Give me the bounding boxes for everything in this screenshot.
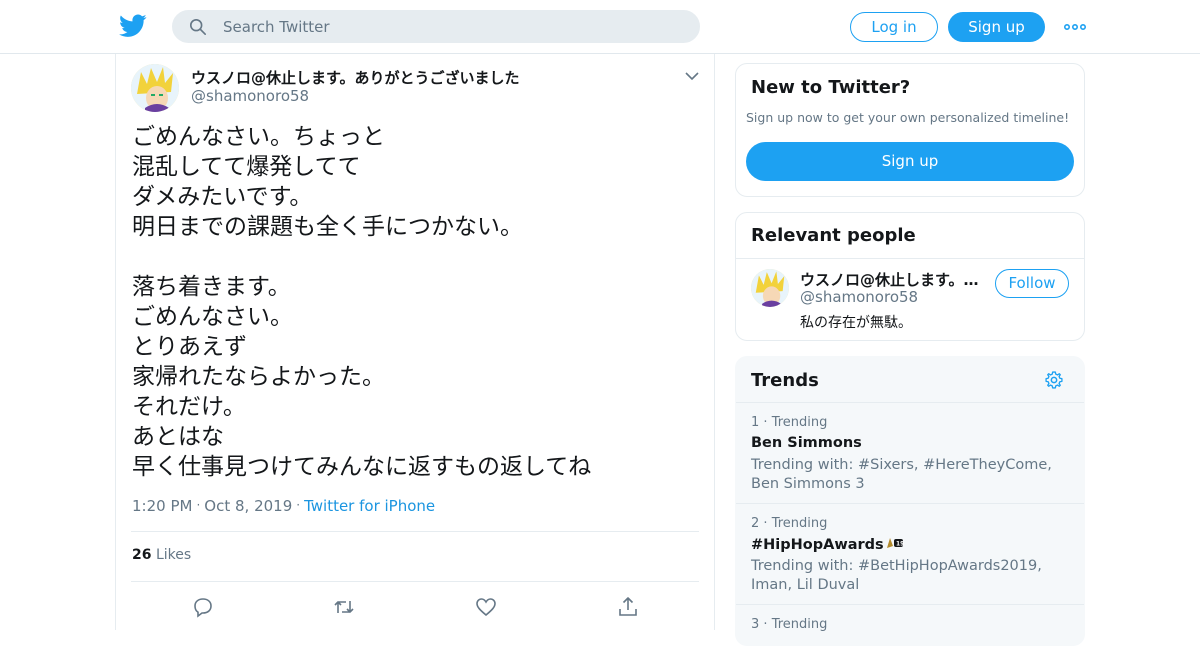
chevron-down-icon[interactable] xyxy=(684,70,700,82)
card-title: Trends xyxy=(751,370,819,391)
top-header: Log in Sign up xyxy=(0,0,1200,54)
login-button[interactable]: Log in xyxy=(850,12,938,42)
gear-icon[interactable] xyxy=(1044,370,1064,390)
separator-dot: · xyxy=(196,498,201,512)
tweet-source-link[interactable]: Twitter for iPhone xyxy=(304,497,435,515)
like-icon[interactable] xyxy=(474,595,498,619)
trend-item[interactable]: 1 · Trending Ben Simmons Trending with: … xyxy=(736,402,1084,503)
avatar-image xyxy=(751,269,789,307)
person-bio: 私の存在が無駄。 xyxy=(800,315,912,331)
card-title: New to Twitter? xyxy=(751,77,911,98)
card-subtitle: Sign up now to get your own personalized… xyxy=(746,110,1070,125)
follow-button[interactable]: Follow xyxy=(995,269,1069,298)
search-bar[interactable] xyxy=(172,10,700,43)
divider xyxy=(736,258,1084,259)
signup-large-button[interactable]: Sign up xyxy=(746,142,1074,181)
likes-number: 26 xyxy=(132,547,152,563)
search-input[interactable] xyxy=(223,11,683,42)
avatar-image xyxy=(131,64,179,112)
trend-rank: 2 · Trending xyxy=(751,516,828,531)
author-handle[interactable]: @shamonoro58 xyxy=(191,87,309,105)
search-icon xyxy=(189,18,207,36)
share-icon[interactable] xyxy=(616,595,640,619)
reply-icon[interactable] xyxy=(191,595,215,619)
trend-related: Trending with: #BetHipHopAwards2019, Ima… xyxy=(751,558,1042,593)
tweet-text: ごめんなさい。ちょっと 混乱してて爆発してて ダメみたいです。 明日までの課題も… xyxy=(132,124,592,480)
trend-rank: 1 · Trending xyxy=(751,415,828,430)
separator-dot: · xyxy=(296,498,301,512)
signup-button[interactable]: Sign up xyxy=(948,12,1045,42)
relevant-people-card: Relevant people ウスノロ@休止します。ありがとうございました @… xyxy=(735,212,1085,341)
tweet-meta: 1:20 PM · Oct 8, 2019 · Twitter for iPhone xyxy=(132,497,435,515)
trend-name[interactable]: #HipHopAwards 19 xyxy=(751,536,904,553)
person-handle[interactable]: @shamonoro58 xyxy=(800,288,918,306)
hiphop-awards-emoji-icon: 19 xyxy=(886,538,904,548)
trends-card: Trends 1 · Trending Ben Simmons Trending… xyxy=(735,356,1085,646)
divider xyxy=(131,531,699,532)
divider xyxy=(131,581,699,582)
trend-name[interactable]: Ben Simmons xyxy=(751,435,862,451)
trend-related: Trending with: #Sixers, #HereTheyCome, B… xyxy=(751,457,1052,492)
avatar[interactable] xyxy=(751,269,789,307)
more-icon[interactable] xyxy=(1064,20,1086,34)
svg-text:19: 19 xyxy=(896,541,904,548)
avatar[interactable] xyxy=(131,64,179,112)
person-name[interactable]: ウスノロ@休止します。ありがとうございました xyxy=(800,269,980,290)
trend-label: Trending xyxy=(771,415,828,430)
tweet-detail: ウスノロ@休止します。ありがとうございました @shamonoro58 ごめんな… xyxy=(115,54,715,630)
card-title: Relevant people xyxy=(751,225,916,246)
new-to-twitter-card: New to Twitter? Sign up now to get your … xyxy=(735,63,1085,197)
likes-label: Likes xyxy=(155,547,192,563)
author-display-name[interactable]: ウスノロ@休止します。ありがとうございました xyxy=(191,67,520,88)
trend-label: Trending xyxy=(771,516,828,531)
trend-item[interactable]: 2 · Trending #HipHopAwards 19 Trending wi… xyxy=(736,503,1084,604)
trend-name-text: #HipHopAwards xyxy=(751,537,884,553)
twitter-logo-icon[interactable] xyxy=(119,13,147,39)
trend-rank-number: 2 xyxy=(751,516,760,531)
trend-rank-number: 1 xyxy=(751,415,760,430)
trend-item[interactable]: 3 · Trending xyxy=(736,604,1084,645)
tweet-time[interactable]: 1:20 PM xyxy=(132,497,192,515)
retweet-icon[interactable] xyxy=(332,595,356,619)
tweet-date[interactable]: Oct 8, 2019 xyxy=(204,497,292,515)
likes-count[interactable]: 26 Likes xyxy=(132,547,191,563)
